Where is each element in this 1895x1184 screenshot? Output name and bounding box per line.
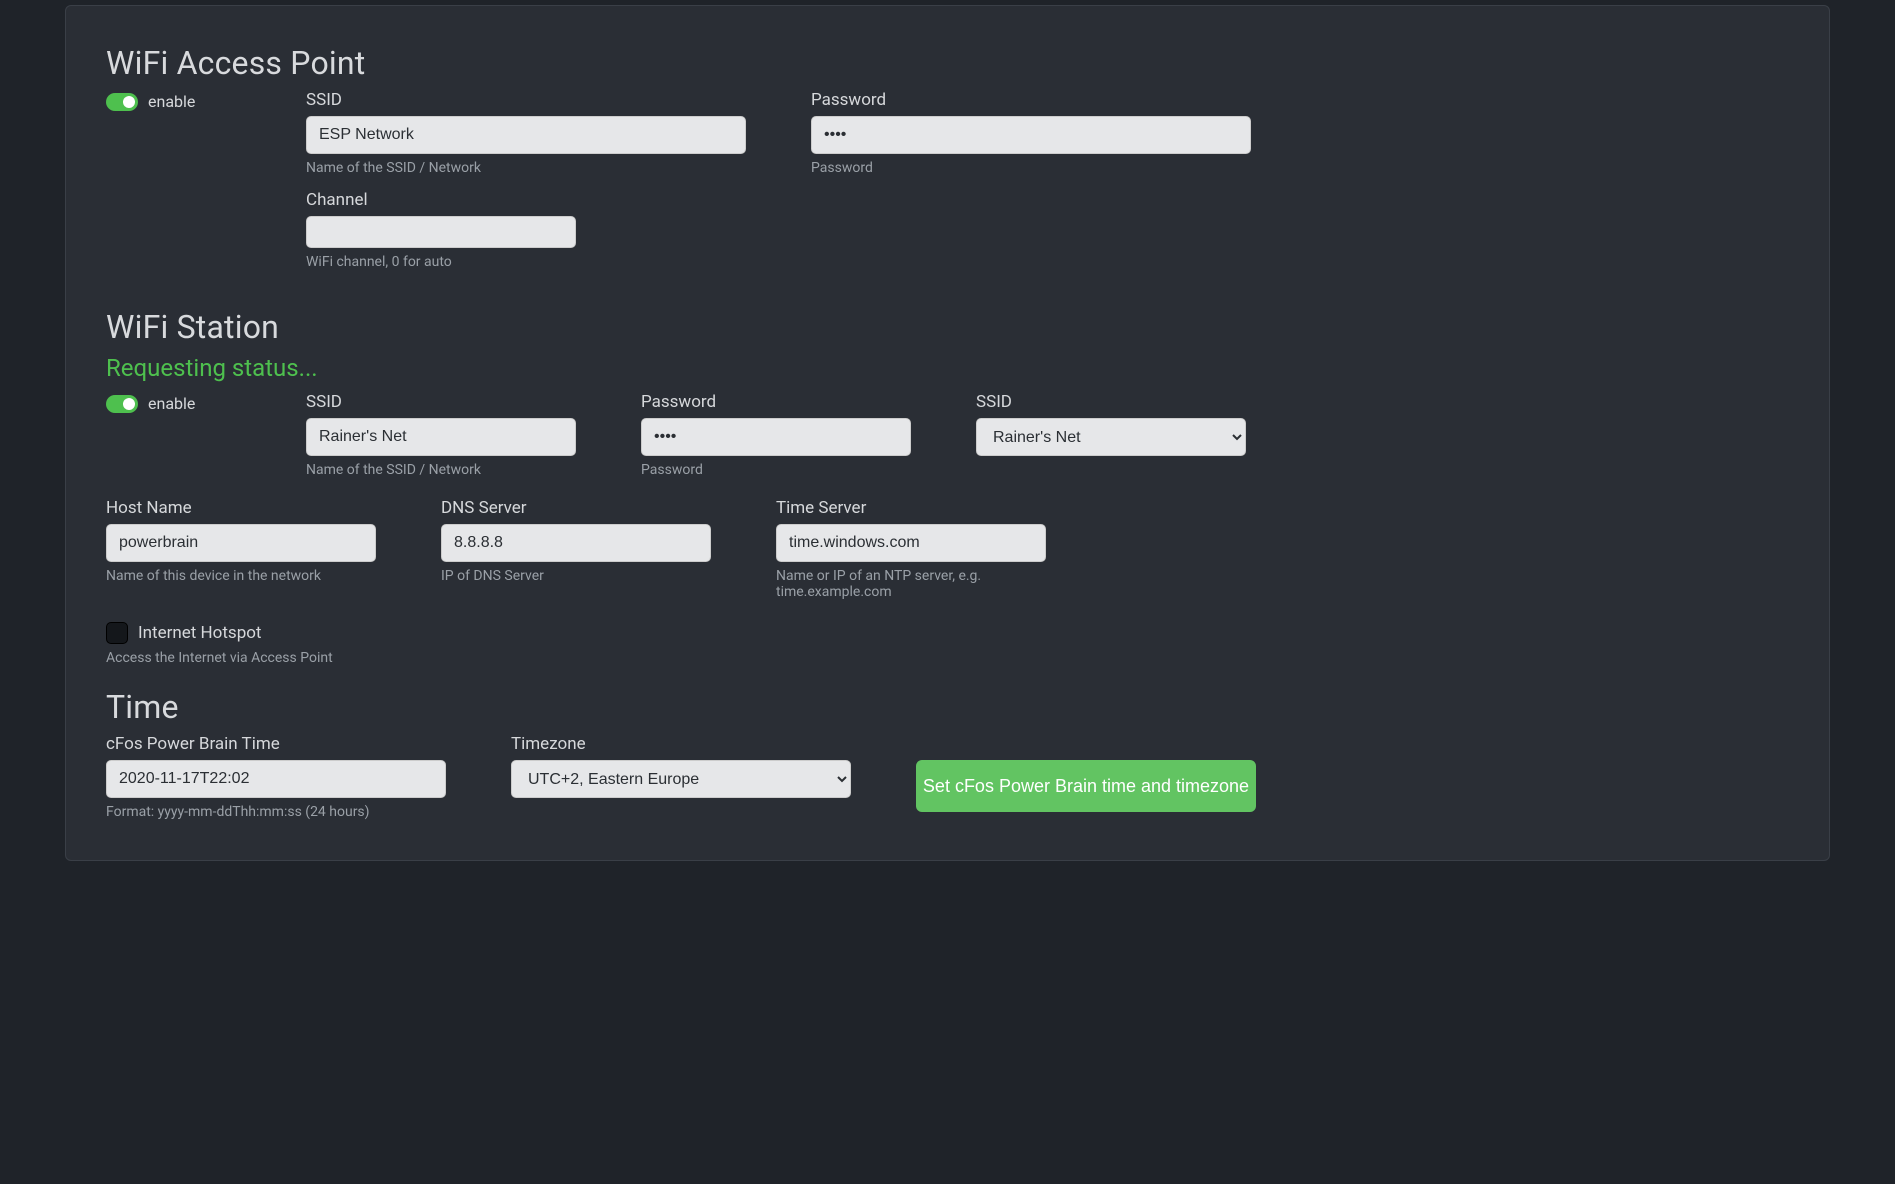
wifi-sta-title: WiFi Station — [106, 308, 1789, 346]
hostname-help: Name of this device in the network — [106, 568, 376, 584]
sta-ssid-input[interactable] — [306, 418, 576, 456]
sta-enable-label: enable — [148, 394, 195, 413]
wifi-sta-status: Requesting status... — [106, 354, 1789, 382]
dns-input[interactable] — [441, 524, 711, 562]
ap-channel-input[interactable] — [306, 216, 576, 248]
timeserver-input[interactable] — [776, 524, 1046, 562]
internet-hotspot-help: Access the Internet via Access Point — [106, 650, 1789, 666]
dns-label: DNS Server — [441, 498, 711, 518]
ap-password-help: Password — [811, 160, 1251, 176]
ap-channel-help: WiFi channel, 0 for auto — [306, 254, 576, 270]
internet-hotspot-label: Internet Hotspot — [138, 623, 262, 643]
ap-password-input[interactable] — [811, 116, 1251, 154]
hostname-label: Host Name — [106, 498, 376, 518]
sta-ssid-select-label: SSID — [976, 392, 1246, 412]
timeserver-help: Name or IP of an NTP server, e.g. time.e… — [776, 568, 1046, 600]
sta-password-help: Password — [641, 462, 911, 478]
ap-enable-label: enable — [148, 92, 195, 111]
sta-ssid-label: SSID — [306, 392, 576, 412]
time-field-label: cFos Power Brain Time — [106, 734, 446, 754]
ap-ssid-help: Name of the SSID / Network — [306, 160, 746, 176]
timezone-label: Timezone — [511, 734, 851, 754]
set-time-button[interactable]: Set cFos Power Brain time and timezone — [916, 760, 1256, 812]
sta-enable-toggle[interactable]: enable — [106, 394, 276, 413]
ap-password-label: Password — [811, 90, 1251, 110]
sta-ssid-help: Name of the SSID / Network — [306, 462, 576, 478]
settings-card: WiFi Access Point enable SSID Name of th… — [65, 5, 1830, 861]
timezone-select[interactable]: UTC+2, Eastern Europe — [511, 760, 851, 798]
toggle-icon — [106, 395, 138, 413]
time-input[interactable] — [106, 760, 446, 798]
sta-password-input[interactable] — [641, 418, 911, 456]
toggle-icon — [106, 93, 138, 111]
timeserver-label: Time Server — [776, 498, 1046, 518]
ap-enable-toggle[interactable]: enable — [106, 92, 276, 111]
hostname-input[interactable] — [106, 524, 376, 562]
ap-channel-label: Channel — [306, 190, 576, 210]
time-help: Format: yyyy-mm-ddThh:mm:ss (24 hours) — [106, 804, 446, 820]
dns-help: IP of DNS Server — [441, 568, 711, 584]
sta-ssid-select[interactable]: Rainer's Net — [976, 418, 1246, 456]
ap-ssid-input[interactable] — [306, 116, 746, 154]
sta-password-label: Password — [641, 392, 911, 412]
internet-hotspot-checkbox[interactable] — [106, 622, 128, 644]
wifi-ap-title: WiFi Access Point — [106, 44, 1789, 82]
ap-ssid-label: SSID — [306, 90, 746, 110]
time-title: Time — [106, 688, 1789, 726]
